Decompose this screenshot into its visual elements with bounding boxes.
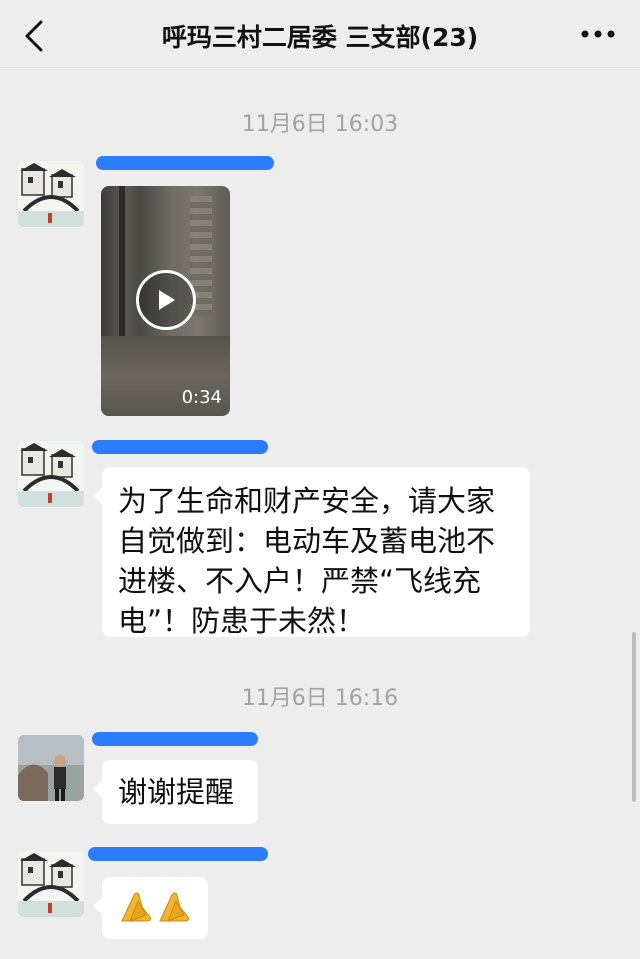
chat-header: 呼玛三村二居委 三支部(23): [0, 0, 640, 68]
message-line: 进楼、不入户！严禁“飞线充: [118, 564, 482, 598]
timestamp: 11月6日 16:03: [241, 112, 399, 137]
text-message-bubble[interactable]: 谢谢提醒: [93, 760, 258, 824]
pray-hands-icon: [121, 892, 189, 922]
video-duration: 0:34: [181, 387, 222, 408]
scrollbar[interactable]: [632, 632, 636, 802]
more-dots-icon: [581, 30, 615, 38]
message-line: 为了生命和财产安全，请大家: [118, 484, 496, 518]
redacted-sender-name: [92, 732, 258, 746]
chat-title: 呼玛三村二居委 三支部(23): [161, 23, 479, 52]
message-line: 电”！防患于未然！: [118, 604, 366, 638]
message-line: 自觉做到：电动车及蓄电池不: [118, 524, 496, 558]
village-bridge-avatar-icon: [18, 161, 84, 227]
village-bridge-avatar-icon: [18, 851, 84, 917]
village-bridge-avatar-icon: [18, 441, 84, 507]
text-message-bubble[interactable]: 为了生命和财产安全，请大家 自觉做到：电动车及蓄电池不 进楼、不入户！严禁“飞线…: [93, 467, 530, 638]
redacted-sender-name: [88, 847, 268, 861]
avatar[interactable]: [18, 161, 84, 227]
redacted-sender-name: [96, 156, 274, 170]
avatar[interactable]: [18, 735, 84, 801]
play-button[interactable]: [136, 270, 196, 330]
emoji-message-bubble[interactable]: [93, 877, 208, 939]
timestamp: 11月6日 16:16: [241, 686, 399, 711]
avatar[interactable]: [18, 441, 84, 507]
message-text: 谢谢提醒: [118, 775, 235, 809]
video-message[interactable]: 0:34: [101, 186, 230, 416]
play-icon: [159, 290, 175, 310]
more-button[interactable]: [576, 18, 620, 50]
person-photo-avatar-icon: [18, 735, 84, 801]
avatar[interactable]: [18, 851, 84, 917]
redacted-sender-name: [92, 440, 268, 454]
